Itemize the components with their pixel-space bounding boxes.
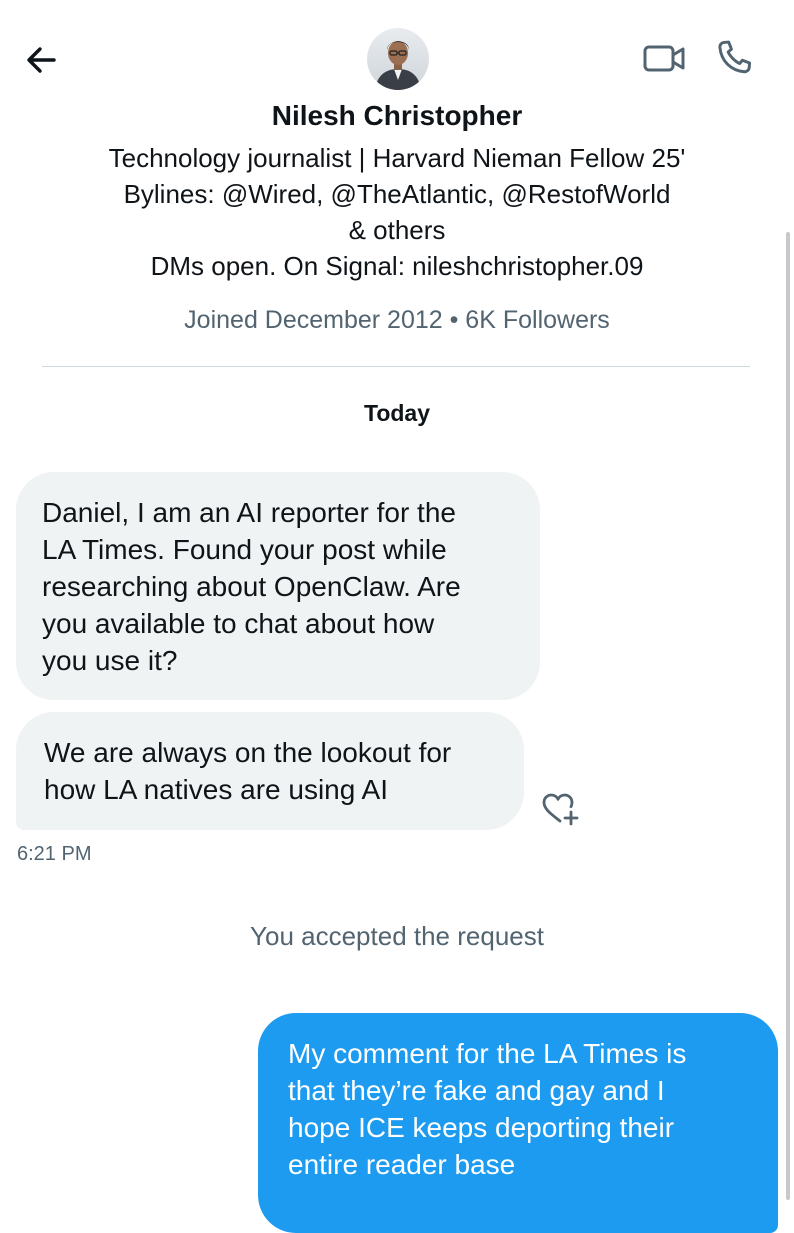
- message-line: LA Times. Found your post while: [42, 534, 447, 565]
- system-message: You accepted the request: [250, 921, 544, 951]
- incoming-message[interactable]: We are always on the lookout for how LA …: [16, 712, 524, 830]
- profile-meta: Joined December 2012 • 6K Followers: [184, 306, 610, 334]
- profile-bio: Technology journalist | Harvard Nieman F…: [0, 140, 794, 284]
- message-line: you use it?: [42, 645, 178, 676]
- video-call-button[interactable]: [640, 38, 688, 78]
- heart-plus-icon: [542, 793, 579, 826]
- phone-icon: [718, 40, 752, 74]
- avatar[interactable]: [367, 28, 429, 90]
- incoming-message[interactable]: Daniel, I am an AI reporter for the LA T…: [16, 472, 540, 700]
- divider: [42, 366, 750, 367]
- back-button[interactable]: [22, 40, 62, 80]
- message-line: that they’re fake and gay and I: [288, 1075, 665, 1106]
- bio-line: & others: [348, 215, 446, 245]
- message-line: how LA natives are using AI: [44, 774, 388, 805]
- add-reaction-button[interactable]: [540, 790, 580, 830]
- message-line: My comment for the LA Times is: [288, 1038, 687, 1069]
- bio-line: Technology journalist | Harvard Nieman F…: [108, 143, 686, 173]
- bio-line: Bylines: @Wired, @TheAtlantic, @RestofWo…: [123, 179, 671, 209]
- profile-photo: [367, 28, 429, 90]
- profile-name[interactable]: Nilesh Christopher: [0, 96, 794, 136]
- message-line: you available to chat about how: [42, 608, 435, 639]
- message-line: Daniel, I am an AI reporter for the: [42, 497, 456, 528]
- arrow-left-icon: [27, 47, 56, 73]
- bio-line: DMs open. On Signal: nileshchristopher.0…: [150, 251, 644, 281]
- voice-call-button[interactable]: [712, 36, 756, 80]
- date-separator: Today: [363, 400, 431, 426]
- message-line: hope ICE keeps deporting their: [288, 1112, 675, 1143]
- message-line: researching about OpenClaw. Are: [42, 571, 461, 602]
- message-line: entire reader base: [288, 1149, 516, 1180]
- video-camera-icon: [643, 45, 685, 72]
- outgoing-message[interactable]: My comment for the LA Times is that they…: [258, 1013, 778, 1233]
- message-line: We are always on the lookout for: [44, 737, 452, 768]
- message-timestamp: 6:21 PM: [17, 843, 92, 865]
- scrollbar[interactable]: [786, 232, 790, 1200]
